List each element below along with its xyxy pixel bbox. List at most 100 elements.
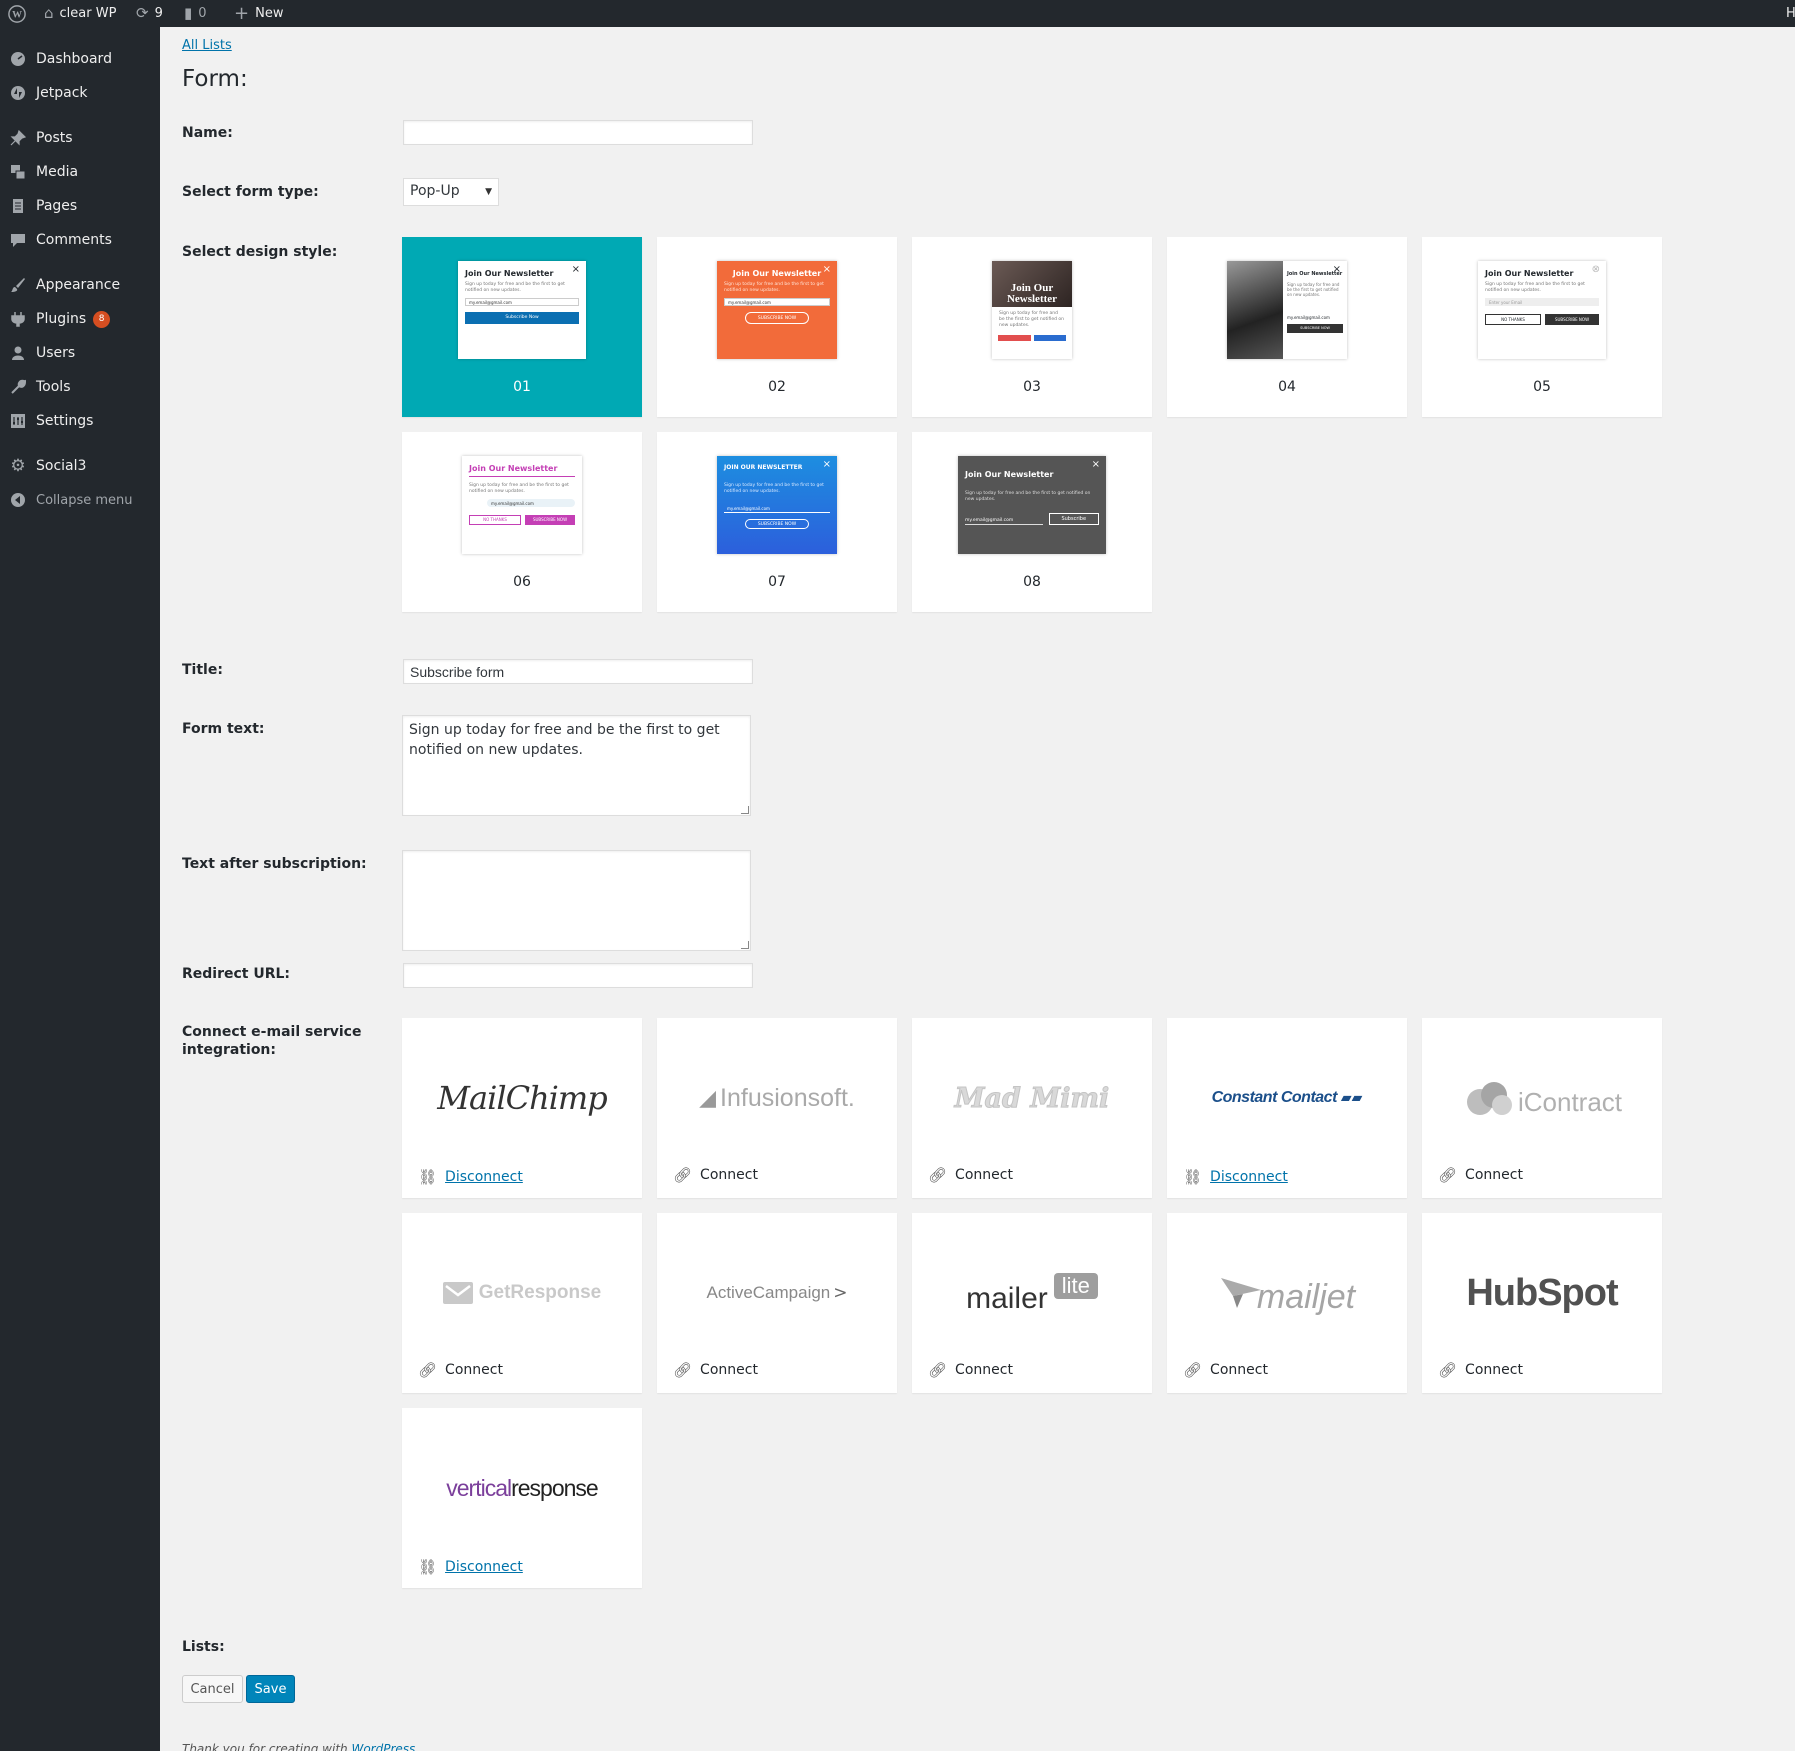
admin-sidebar: Dashboard Jetpack Posts Media Pages Comm… [0, 27, 160, 1751]
account-menu-edge[interactable]: H [1786, 0, 1795, 27]
service-card-getresponse: GetResponse 🔗︎ Connect [402, 1213, 642, 1393]
comments-count: 0 [198, 6, 207, 21]
service-card-verticalresponse: vertical response ⛓ Disconnect [402, 1408, 642, 1588]
sidebar-item-posts[interactable]: Posts [0, 121, 160, 155]
updates-link[interactable]: ⟳ 9 [136, 0, 163, 27]
title-input[interactable] [403, 659, 753, 684]
form-type-label: Select form type: [182, 184, 319, 200]
thumb-text: Sign up today for free and be the first … [999, 311, 1064, 328]
action-label: Connect [445, 1362, 503, 1378]
design-card-06[interactable]: Join Our Newsletter Sign up today for fr… [402, 432, 642, 612]
sidebar-item-jetpack[interactable]: Jetpack [0, 76, 160, 110]
sidebar-item-users[interactable]: Users [0, 336, 160, 370]
link-icon: 🔗︎ [418, 1361, 438, 1379]
design-card-07[interactable]: × JOIN OUR NEWSLETTER Sign up today for … [657, 432, 897, 612]
close-circle-icon: ⊗ [1591, 264, 1600, 275]
page-title: Form: [182, 66, 248, 92]
verticalresponse-logo: vertical response [402, 1458, 642, 1518]
save-button[interactable]: Save [246, 1675, 295, 1703]
footer-thanks: Thank you for creating with [182, 1742, 348, 1751]
redirect-url-label: Redirect URL: [182, 966, 291, 982]
form-text-textarea[interactable]: Sign up today for free and be the first … [402, 715, 751, 816]
broken-link-icon: ⛓ [1183, 1168, 1203, 1186]
thumb-text: Sign up today for free and be the first … [469, 483, 569, 494]
thumb-button: SUBSCRIBE NOW [745, 312, 809, 324]
cancel-button[interactable]: Cancel [182, 1675, 243, 1703]
sidebar-item-dashboard[interactable]: Dashboard [0, 42, 160, 76]
new-content-link[interactable]: + New [234, 0, 283, 27]
logo-badge-text: lite [1053, 1273, 1098, 1299]
resize-handle-icon[interactable] [741, 806, 749, 814]
logo-text: mailjet [1256, 1277, 1356, 1316]
design-number: 03 [1023, 379, 1041, 395]
title-label: Title: [182, 662, 223, 678]
mailchimp-disconnect-button[interactable]: ⛓ Disconnect [418, 1168, 523, 1186]
infusionsoft-connect-button[interactable]: 🔗︎ Connect [673, 1166, 758, 1184]
design-card-03[interactable]: Join Our Newsletter Sign up today for fr… [912, 237, 1152, 417]
design-preview-08: × Join Our Newsletter Sign up today for … [958, 456, 1106, 554]
thumb-title: Join Our Newsletter [1287, 271, 1343, 277]
hubspot-connect-button[interactable]: 🔗︎ Connect [1438, 1361, 1523, 1379]
sidebar-item-pages[interactable]: Pages [0, 189, 160, 223]
sidebar-item-tools[interactable]: Tools [0, 370, 160, 404]
dropdown-arrow-icon: ▼ [485, 187, 492, 197]
link-icon: 🔗︎ [1438, 1166, 1458, 1184]
after-subscription-textarea[interactable] [402, 850, 751, 951]
close-icon: × [822, 264, 831, 275]
thumb-form: my.email@gmail.com Subscribe [965, 513, 1099, 525]
resize-handle-icon[interactable] [741, 941, 749, 949]
integration-label: Connect e-mail service integration: [182, 1024, 362, 1058]
sidebar-item-appearance[interactable]: Appearance [0, 268, 160, 302]
sidebar-item-comments[interactable]: Comments [0, 223, 160, 257]
logo-text: Mad Mimi [954, 1082, 1110, 1114]
all-lists-link[interactable]: All Lists [182, 38, 232, 53]
link-icon: 🔗︎ [1183, 1361, 1203, 1379]
thumb-title: Join Our Newsletter [469, 456, 575, 477]
sidebar-item-label: Collapse menu [36, 492, 133, 508]
thumb-button: SUBSCRIBE NOW [1545, 314, 1599, 325]
service-card-mailchimp: MailChimp ⛓ Disconnect [402, 1018, 642, 1198]
icontract-connect-button[interactable]: 🔗︎ Connect [1438, 1166, 1523, 1184]
mailjet-logo: mailjet [1167, 1263, 1407, 1323]
cloud-icon [1466, 1082, 1512, 1115]
form-type-select[interactable]: Pop-Up ▼ [403, 178, 499, 206]
home-icon: ⌂ [44, 4, 54, 22]
design-number: 08 [1023, 574, 1041, 590]
getresponse-logo: GetResponse [402, 1263, 642, 1323]
design-card-05[interactable]: ⊗ Join Our Newsletter Sign up today for … [1422, 237, 1662, 417]
comments-link[interactable]: ▮ 0 [184, 0, 207, 27]
activecampaign-connect-button[interactable]: 🔗︎ Connect [673, 1361, 758, 1379]
action-label: Connect [700, 1362, 758, 1378]
site-name-link[interactable]: ⌂ clear WP [44, 0, 116, 27]
design-card-04[interactable]: × Join Our Newsletter Sign up today for … [1167, 237, 1407, 417]
collapse-menu-button[interactable]: Collapse menu [0, 483, 160, 517]
wordpress-link[interactable]: WordPress [351, 1742, 415, 1751]
verticalresponse-disconnect-button[interactable]: ⛓ Disconnect [418, 1558, 523, 1576]
lists-label: Lists: [182, 1639, 225, 1655]
footer-text: Thank you for creating with WordPress [182, 1742, 415, 1751]
sidebar-item-settings[interactable]: Settings [0, 404, 160, 438]
design-card-02[interactable]: × Join Our Newsletter Sign up today for … [657, 237, 897, 417]
design-card-08[interactable]: × Join Our Newsletter Sign up today for … [912, 432, 1152, 612]
sidebar-item-plugins[interactable]: Plugins 8 [0, 302, 160, 336]
sidebar-item-social3[interactable]: ⚙ Social3 [0, 449, 160, 483]
sidebar-item-label: Pages [36, 198, 78, 214]
sidebar-item-media[interactable]: Media [0, 155, 160, 189]
sidebar-item-label: Plugins [36, 311, 87, 327]
redirect-url-input[interactable] [403, 963, 753, 988]
wordpress-logo-icon[interactable]: W [8, 0, 26, 27]
thumb-button: Subscribe Now [465, 312, 579, 324]
mailerlite-connect-button[interactable]: 🔗︎ Connect [928, 1361, 1013, 1379]
service-card-mailjet: mailjet 🔗︎ Connect [1167, 1213, 1407, 1393]
design-card-01[interactable]: × Join Our Newsletter Sign up today for … [402, 237, 642, 417]
design-number: 06 [513, 574, 531, 590]
madmimi-connect-button[interactable]: 🔗︎ Connect [928, 1166, 1013, 1184]
constantcontact-disconnect-button[interactable]: ⛓ Disconnect [1183, 1168, 1288, 1186]
sidebar-item-label: Jetpack [36, 85, 88, 101]
name-input[interactable] [403, 120, 753, 145]
thumb-hero-image: Join Our Newsletter [992, 261, 1072, 307]
thumb-title: Join Our Newsletter [965, 470, 1054, 479]
getresponse-connect-button[interactable]: 🔗︎ Connect [418, 1361, 503, 1379]
thumb-title: Join Our Newsletter [465, 269, 554, 278]
mailjet-connect-button[interactable]: 🔗︎ Connect [1183, 1361, 1268, 1379]
